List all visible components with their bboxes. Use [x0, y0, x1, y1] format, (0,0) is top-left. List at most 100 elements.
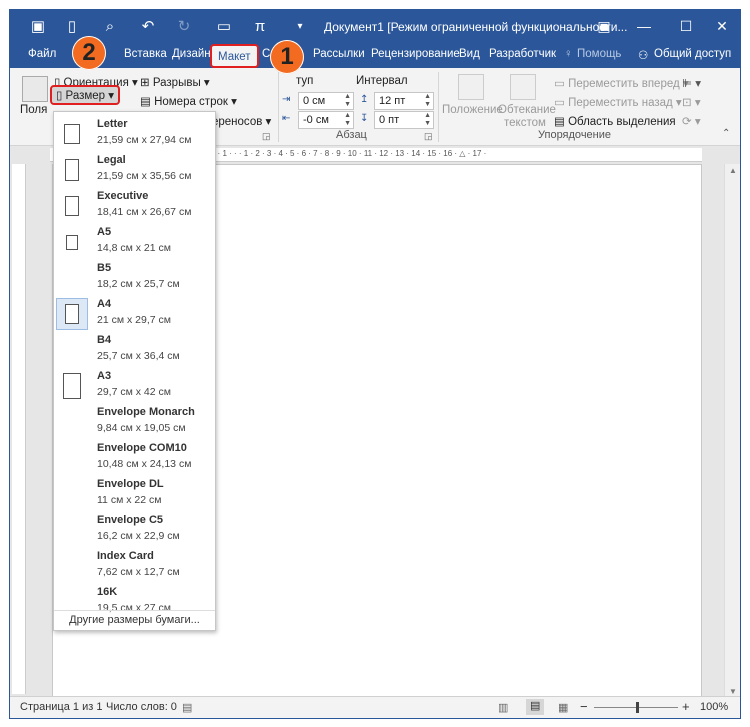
position-icon[interactable] [458, 74, 484, 100]
size-option-envelope-com10[interactable]: Envelope COM10 10,48 см x 24,13 см [54, 440, 215, 476]
size-option-envelope-dl[interactable]: Envelope DL 11 см x 22 см [54, 476, 215, 512]
spacing-before-input[interactable]: 12 пт ▲ ▼ [374, 92, 434, 110]
zoom-out-button[interactable]: − [580, 699, 588, 714]
size-option-envelope-monarch[interactable]: Envelope Monarch 9,84 см x 19,05 см [54, 404, 215, 440]
page-size-icon [66, 234, 78, 250]
size-option-name: Legal [97, 154, 126, 166]
tab-developer[interactable]: Разработчик [489, 48, 556, 60]
size-option-name: B5 [97, 262, 112, 274]
size-option-index-card[interactable]: Index Card 7,62 см x 12,7 см [54, 548, 215, 584]
indent-right-icon: ⇤ [282, 113, 291, 124]
spin-arrows-icon[interactable]: ▲ ▼ [424, 93, 431, 109]
tab-layout[interactable]: Макет [210, 44, 259, 68]
size-option-b5[interactable]: B5 18,2 см x 25,7 см [54, 260, 215, 296]
hyphenation-button[interactable]: ереносов ▾ [212, 114, 271, 128]
bring-forward-button[interactable]: ▭ Переместить вперед ▾ [554, 76, 689, 90]
close-icon[interactable]: ✕ [710, 16, 734, 36]
print-preview-icon[interactable]: ⌕ [100, 17, 120, 37]
line-numbers-button[interactable]: ▤ Номера строк ▾ [140, 94, 237, 108]
size-option-name: Envelope DL [97, 478, 164, 490]
indent-label: туп [296, 75, 314, 87]
undo-icon[interactable]: ↶ [138, 17, 158, 37]
page-size-icon [65, 196, 79, 216]
spin-arrows-icon[interactable]: ▲ ▼ [424, 112, 431, 128]
indent-left-icon: ⇥ [282, 94, 291, 105]
indent-left-input[interactable]: 0 см ▲ ▼ [298, 92, 354, 110]
tab-view[interactable]: Вид [459, 48, 480, 60]
ribbon-display-icon[interactable]: ▣ [592, 16, 616, 36]
tab-insert[interactable]: Вставка [124, 48, 167, 60]
wrap-text-button[interactable]: Обтекание [498, 104, 556, 116]
size-option-dimensions: 25,7 см x 36,4 см [97, 350, 180, 362]
paragraph-group-label: Абзац [336, 129, 367, 141]
size-option-a4[interactable]: A4 21 см x 29,7 см [54, 296, 215, 332]
send-backward-label: Переместить назад [568, 97, 673, 109]
size-option-letter[interactable]: Letter 21,59 см x 27,94 см [54, 116, 215, 152]
zoom-level[interactable]: 100% [700, 701, 728, 713]
size-option-name: 16K [97, 586, 118, 598]
tab-design[interactable]: Дизайн [172, 48, 211, 60]
new-doc-icon[interactable]: ▯ [62, 17, 82, 37]
more-icon[interactable]: ▾ [290, 17, 310, 37]
touch-mode-icon[interactable]: ▭ [214, 17, 234, 37]
size-option-b4[interactable]: B4 25,7 см x 36,4 см [54, 332, 215, 368]
group-icon[interactable]: ⊡ ▾ [682, 95, 701, 109]
scroll-down-icon[interactable]: ▼ [729, 687, 737, 696]
breaks-button[interactable]: ⊞ Разрывы ▾ [140, 75, 210, 89]
spacing-after-input[interactable]: 0 пт ▲ ▼ [374, 111, 434, 129]
size-option-dimensions: 18,41 см x 26,67 см [97, 206, 192, 218]
vertical-ruler[interactable] [12, 164, 26, 694]
margins-icon[interactable] [22, 76, 48, 102]
size-option-dimensions: 21,59 см x 27,94 см [97, 134, 192, 146]
align-icon[interactable]: ⊫ ▾ [682, 76, 701, 90]
save-icon[interactable]: ▣ [28, 17, 48, 37]
status-bar: Страница 1 из 1 Число слов: 0 ▤ ▥ ▤ ▦ − … [10, 696, 740, 718]
size-option-name: Envelope Monarch [97, 406, 195, 418]
share-button[interactable]: Общий доступ [654, 48, 731, 60]
step-badge-2: 2 [72, 36, 106, 70]
spin-arrows-icon[interactable]: ▲ ▼ [344, 93, 351, 109]
collapse-ribbon-icon[interactable]: ⌃ [722, 128, 730, 139]
redo-icon[interactable]: ↻ [174, 17, 194, 37]
wrap-text-icon[interactable] [510, 74, 536, 100]
paper-size-menu: Letter 21,59 см x 27,94 см Legal 21,59 см x… [53, 111, 216, 631]
more-paper-sizes-button[interactable]: Другие размеры бумаги... [54, 610, 215, 630]
minimize-icon[interactable]: — [632, 16, 656, 36]
maximize-icon[interactable]: ☐ [674, 16, 698, 36]
send-backward-button[interactable]: ▭ Переместить назад ▾ [554, 95, 682, 109]
word-count[interactable]: Число слов: 0 [106, 701, 177, 713]
indent-right-input[interactable]: -0 см ▲ ▼ [298, 111, 354, 129]
size-option-executive[interactable]: Executive 18,41 см x 26,67 см [54, 188, 215, 224]
tab-mailings[interactable]: Рассылки [313, 48, 365, 60]
scroll-up-icon[interactable]: ▲ [729, 166, 737, 175]
breaks-label: Разрывы [152, 77, 201, 89]
zoom-in-button[interactable]: + [682, 699, 690, 714]
size-option-legal[interactable]: Legal 21,59 см x 35,56 см [54, 152, 215, 188]
size-option-envelope-c5[interactable]: Envelope C5 16,2 см x 22,9 см [54, 512, 215, 548]
page-count[interactable]: Страница 1 из 1 [20, 701, 102, 713]
paragraph-launcher-icon[interactable]: ◲ [424, 131, 433, 142]
zoom-slider-thumb[interactable] [636, 702, 639, 713]
size-option-a3[interactable]: A3 29,7 см x 42 см [54, 368, 215, 404]
margins-button[interactable]: Поля [20, 104, 47, 116]
bring-forward-label: Переместить вперед [568, 78, 680, 90]
ruler-ticks: · 2 · 1 · · · 1 · 2 · 3 · 4 · 5 · 6 · 7 … [206, 149, 487, 158]
rotate-icon[interactable]: ⟳ ▾ [682, 114, 701, 128]
tell-me-search[interactable]: Помощь [577, 48, 621, 60]
spin-arrows-icon[interactable]: ▲ ▼ [344, 112, 351, 128]
divider [278, 72, 279, 142]
size-button[interactable]: ▯ Размер ▾ [50, 85, 120, 105]
equation-icon[interactable]: π [250, 17, 270, 37]
web-layout-icon[interactable]: ▦ [558, 701, 568, 714]
page-setup-launcher-icon[interactable]: ◲ [262, 131, 271, 142]
person-icon: ⚇ [638, 50, 649, 62]
tab-file[interactable]: Файл [28, 48, 56, 60]
position-button[interactable]: Положение [442, 104, 503, 116]
size-option-a5[interactable]: A5 14,8 см x 21 см [54, 224, 215, 260]
vertical-scrollbar[interactable]: ▲ ▼ [724, 164, 740, 698]
print-layout-icon[interactable]: ▤ [526, 699, 545, 715]
proofing-icon[interactable]: ▤ [182, 701, 192, 714]
read-mode-icon[interactable]: ▥ [498, 701, 508, 714]
tab-review[interactable]: Рецензирование [371, 48, 460, 60]
selection-pane-button[interactable]: ▤ Область выделения [554, 114, 676, 128]
